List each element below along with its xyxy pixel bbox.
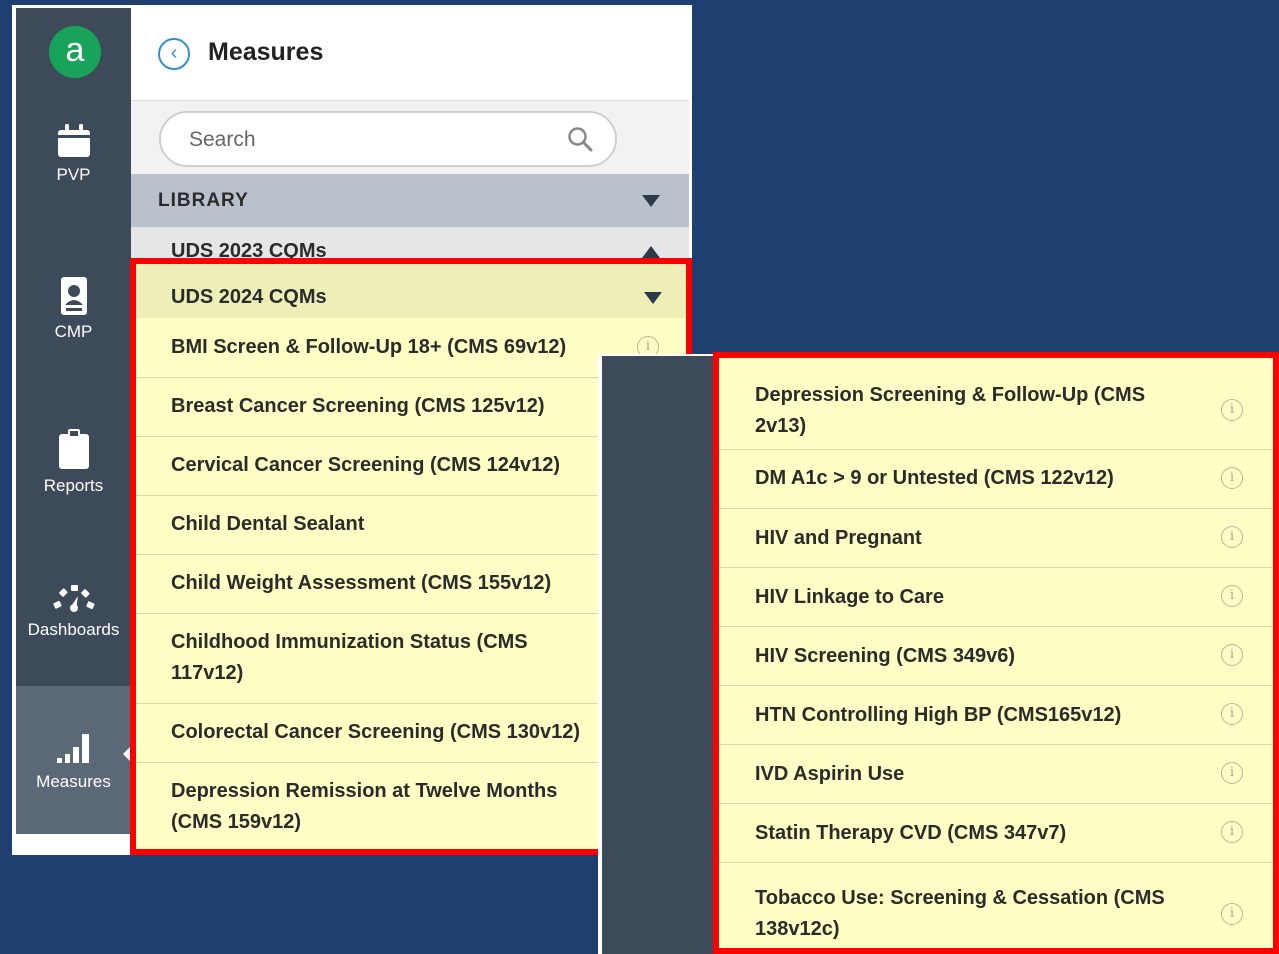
panel-header: ‹ Measures [131,8,689,101]
right-sidebar-fragment [602,356,718,954]
search-field[interactable] [159,111,617,167]
search-input[interactable] [187,125,551,155]
measure-label: HTN Controlling High BP (CMS165v12) [755,704,1122,726]
chevron-left-icon: ‹ [170,42,178,64]
caret-down-icon [642,195,660,207]
measure-label: DM A1c > 9 or Untested (CMS 122v12) [755,467,1114,489]
highlight-box-right: Depression Screening & Follow-Up (CMS 2v… [713,352,1279,954]
measure-label-line1: Childhood Immunization Status (CMS [171,631,528,653]
gauge-icon [52,585,95,612]
measure-label: Cervical Cancer Screening (CMS 124v12) [171,454,561,476]
measure-row[interactable]: Statin Therapy CVD (CMS 347v7) i [719,803,1273,863]
measure-label-line2: 138v12c) [755,918,840,940]
sidebar-item-cmp[interactable]: CMP [16,276,131,342]
library-section-header[interactable]: LIBRARY [131,174,689,227]
measure-label: Statin Therapy CVD (CMS 347v7) [755,822,1067,844]
info-icon[interactable]: i [1221,703,1243,725]
calendar-icon [57,124,90,157]
group-header-uds-2024[interactable]: UDS 2024 CQMs [136,264,686,318]
measure-label-line2: 2v13) [755,415,807,437]
sidebar-item-measures[interactable]: Measures [16,686,131,834]
info-icon[interactable]: i [1221,467,1243,489]
info-icon[interactable]: i [1221,644,1243,666]
sidebar-item-label: PVP [56,165,91,184]
info-icon[interactable]: i [1221,585,1243,607]
search-bar [131,101,689,174]
patient-card-icon [60,277,87,315]
measure-row[interactable]: DM A1c > 9 or Untested (CMS 122v12) i [719,449,1273,509]
measure-label: Breast Cancer Screening (CMS 125v12) [171,395,545,417]
info-icon[interactable]: i [1221,903,1243,925]
measure-label: Child Dental Sealant [171,513,365,535]
search-icon[interactable] [567,126,593,152]
measure-label: HIV and Pregnant [755,527,922,549]
measure-label-line1: Depression Screening & Follow-Up (CMS [755,384,1146,406]
measure-label-line2: (CMS 159v12) [171,811,302,833]
sidebar-item-label: CMP [54,322,93,341]
library-label: LIBRARY [158,190,249,211]
back-button[interactable]: ‹ [158,38,190,70]
sidebar-item-dashboards[interactable]: Dashboards [16,582,131,640]
sidebar-item-pvp[interactable]: PVP [16,123,131,185]
app-logo[interactable]: a [49,26,101,78]
measure-row[interactable]: HIV and Pregnant i [719,508,1273,568]
measure-label-line2: 117v12) [171,662,244,684]
info-icon[interactable]: i [1221,762,1243,784]
measure-label: Colorectal Cancer Screening (CMS 130v12) [171,721,581,743]
measure-row[interactable]: HIV Screening (CMS 349v6) i [719,626,1273,686]
page-title: Measures [208,38,324,66]
measure-row[interactable]: IVD Aspirin Use i [719,744,1273,804]
info-icon[interactable]: i [1221,526,1243,548]
measure-label-line1: Tobacco Use: Screening & Cessation (CMS [755,887,1165,909]
sidebar-nav: a PVP CMP Reports Dashboards Measures [16,8,131,834]
group-label: UDS 2024 CQMs [171,286,327,308]
measure-label: BMI Screen & Follow-Up 18+ (CMS 69v12) [171,336,567,358]
measure-row[interactable]: HTN Controlling High BP (CMS165v12) i [719,685,1273,745]
sidebar-item-reports[interactable]: Reports [16,428,131,496]
bar-chart-icon [56,734,89,763]
sidebar-item-label: Reports [43,476,104,495]
measure-label: IVD Aspirin Use [755,763,905,785]
measure-row[interactable]: HIV Linkage to Care i [719,567,1273,627]
measure-label: HIV Screening (CMS 349v6) [755,645,1016,667]
clipboard-icon [58,429,89,469]
measure-label-line1: Depression Remission at Twelve Months [171,780,558,802]
sidebar-item-label: Dashboards [27,620,120,639]
measure-label: Child Weight Assessment (CMS 155v12) [171,572,552,594]
info-icon[interactable]: i [1221,399,1243,421]
caret-down-icon [644,292,662,304]
measure-row[interactable]: Tobacco Use: Screening & Cessation (CMS … [719,862,1273,948]
info-icon[interactable]: i [1221,821,1243,843]
sidebar-item-label: Measures [36,772,111,791]
caret-up-icon [642,246,660,258]
measure-row[interactable]: Depression Screening & Follow-Up (CMS 2v… [719,358,1273,450]
measure-label: HIV Linkage to Care [755,586,944,608]
